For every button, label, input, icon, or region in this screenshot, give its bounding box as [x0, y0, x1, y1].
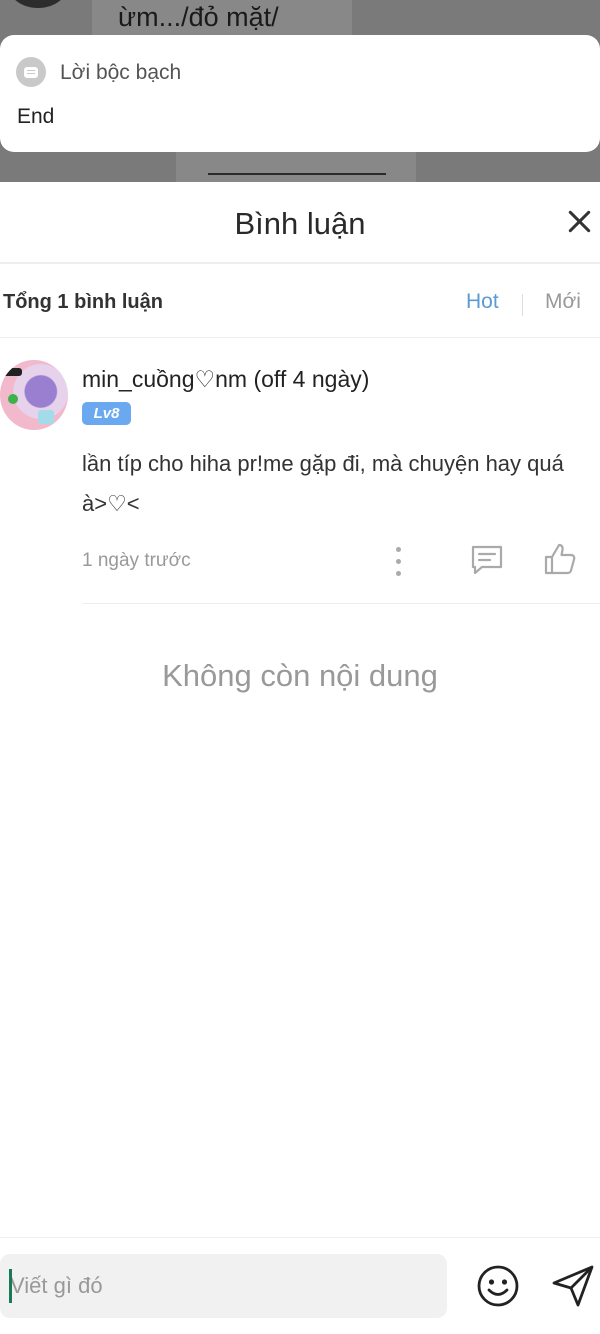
comment-count-bar: Tổng 1 bình luận Hot Mới [0, 266, 600, 338]
avatar[interactable] [0, 360, 68, 430]
note-title: Lời bộc bạch [60, 61, 182, 84]
sheet-title: Bình luận [234, 206, 366, 241]
send-icon[interactable] [550, 1263, 596, 1309]
sort-new-tab[interactable]: Mới [545, 290, 581, 314]
comment-input-bar [0, 1237, 600, 1334]
story-avatar [8, 0, 68, 8]
close-icon[interactable] [560, 202, 600, 242]
comment-item: min_cuồng♡nm (off 4 ngày) Lv8 lần típ ch… [0, 340, 600, 604]
sort-hot-tab[interactable]: Hot [466, 290, 499, 314]
comment-total: Tổng 1 bình luận [3, 291, 163, 313]
story-text: ừm.../đỏ mặt/ [118, 2, 279, 32]
comment-username[interactable]: min_cuồng♡nm (off 4 ngày) [82, 366, 369, 393]
emoji-icon[interactable] [476, 1264, 520, 1308]
text-caret [9, 1269, 12, 1303]
story-divider [208, 173, 386, 175]
comment-divider [82, 603, 600, 604]
end-of-list-message: Không còn nội dung [162, 658, 438, 693]
reply-icon[interactable] [470, 544, 504, 576]
author-note-card: Lời bộc bạch End [0, 35, 600, 152]
comment-timestamp: 1 ngày trước [82, 550, 191, 571]
like-icon[interactable] [543, 542, 577, 576]
note-body: End [17, 105, 55, 128]
sheet-header: Bình luận [0, 182, 600, 264]
comment-input[interactable] [0, 1254, 447, 1318]
comments-sheet: Bình luận Tổng 1 bình luận Hot Mới min_c… [0, 182, 600, 1334]
note-icon [16, 57, 46, 87]
comment-text: lần típ cho hiha pr!me gặp đi, mà chuyện… [82, 451, 564, 516]
sort-separator [522, 294, 523, 316]
more-icon[interactable] [387, 544, 411, 580]
level-badge: Lv8 [82, 402, 131, 425]
